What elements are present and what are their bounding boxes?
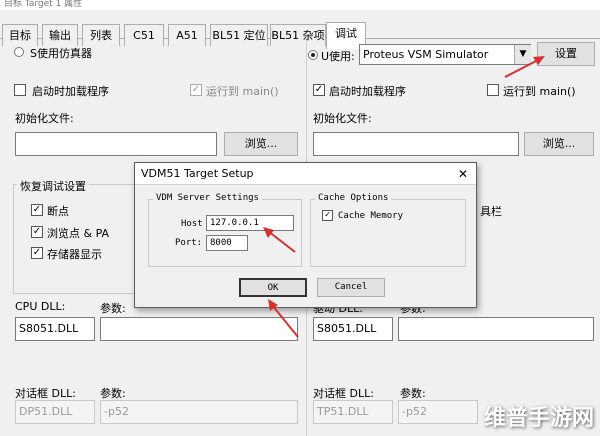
- host-arrowhead: [263, 227, 274, 238]
- site-watermark: 维普手游网: [483, 406, 594, 431]
- settings-annotation-arrow: [504, 58, 541, 78]
- annotation-arrows: [263, 56, 545, 338]
- host-annotation-arrow: [267, 230, 296, 253]
- settings-arrowhead: [533, 56, 545, 65]
- ok-annotation-arrow: [271, 304, 299, 338]
